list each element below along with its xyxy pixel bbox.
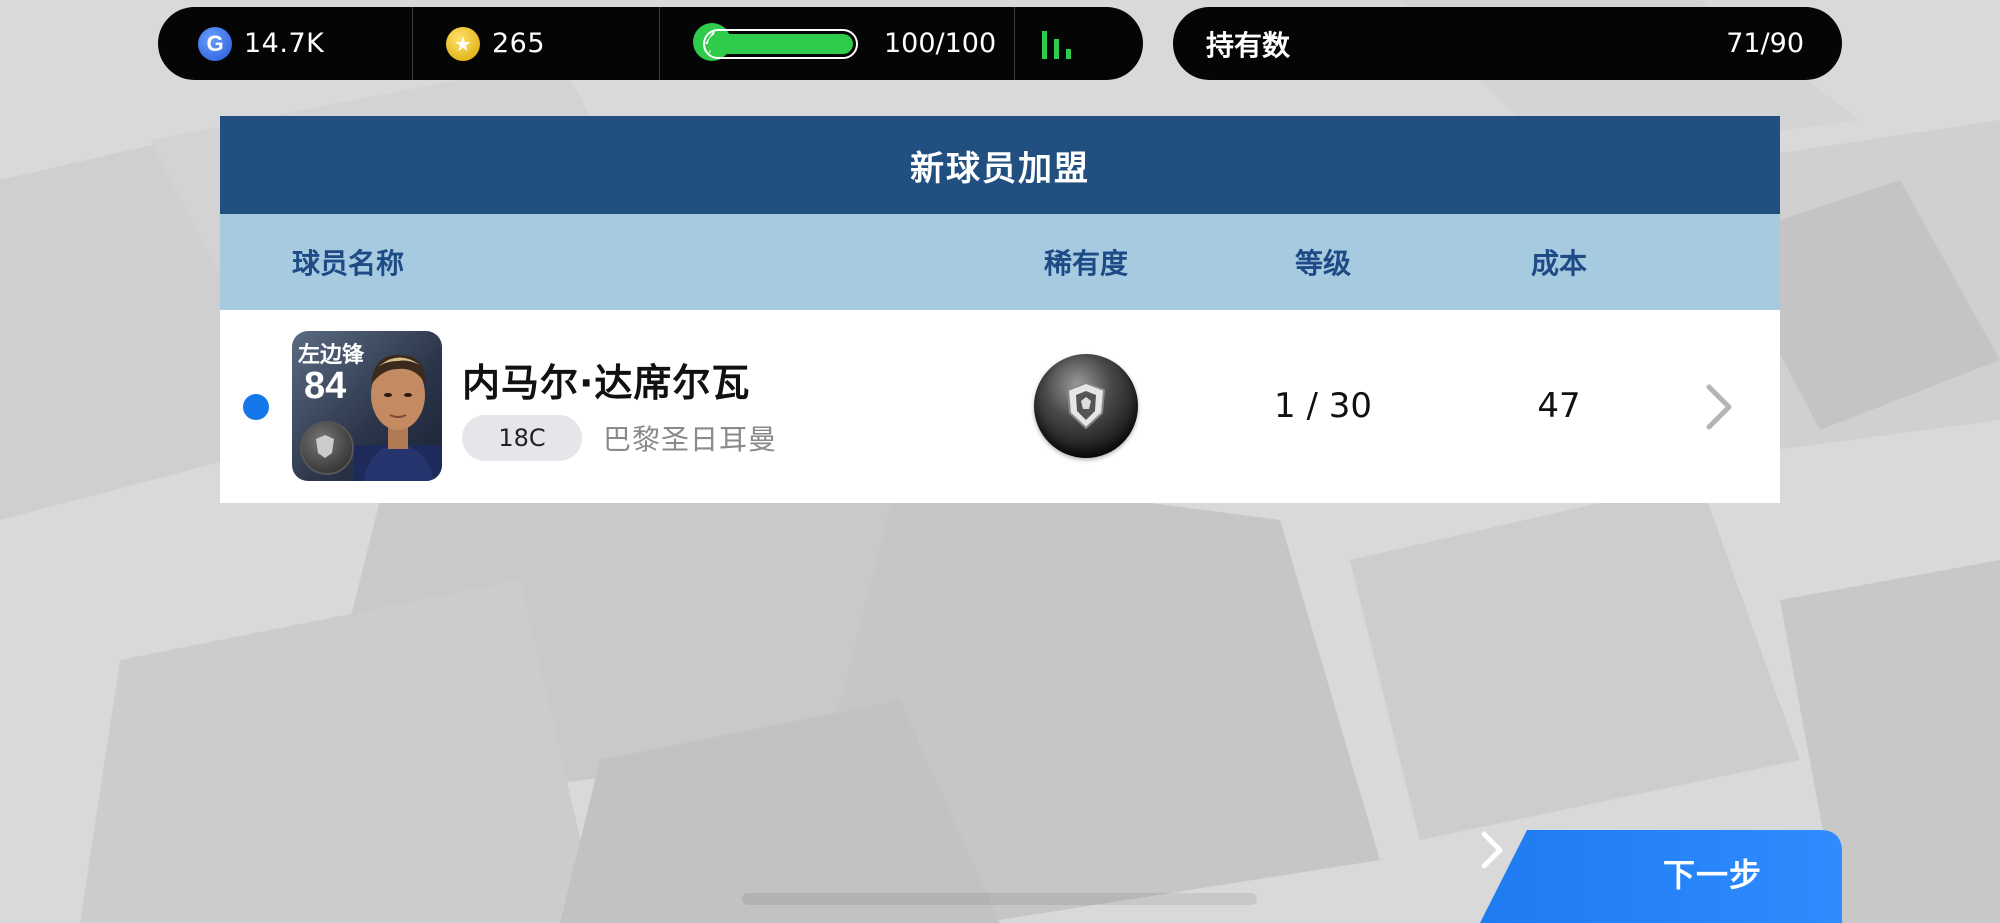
card-tag-badge: 18C — [462, 415, 582, 461]
column-rarity: 稀有度 — [1043, 247, 1129, 280]
energy-bar-fill — [708, 33, 853, 54]
chevron-right-icon — [1481, 831, 1503, 869]
player-team: 巴黎圣日耳曼 — [603, 423, 778, 456]
coin-display: ★ 265 — [412, 7, 659, 80]
column-header: 球员名称 稀有度 等级 成本 — [220, 214, 1780, 310]
column-level: 等级 — [1294, 247, 1352, 280]
next-step-label: 下一步 — [1663, 856, 1763, 894]
owned-label: 持有数 — [1206, 28, 1291, 62]
stats-button[interactable] — [1014, 7, 1143, 80]
coin-star-icon: ★ — [446, 26, 480, 61]
player-cost: 47 — [1537, 386, 1581, 426]
resource-bar: G 14.7K ★ 265 100/100 — [158, 7, 1143, 80]
energy-value: 100/100 — [884, 28, 997, 59]
column-cost: 成本 — [1530, 247, 1588, 280]
card-rating: 84 — [304, 365, 347, 407]
player-row[interactable]: 左边锋 84 内马尔·达席尔瓦 18C 巴黎圣日耳曼 1 / 30 47 — [220, 310, 1780, 503]
gp-display: G 14.7K — [158, 7, 412, 80]
gp-value: 14.7K — [244, 28, 325, 59]
panel-title: 新球员加盟 — [220, 116, 1780, 214]
new-player-panel: 新球员加盟 球员名称 稀有度 等级 成本 左边锋 84 内马尔·达席尔瓦 18C… — [220, 116, 1780, 503]
player-card[interactable]: 左边锋 84 — [292, 331, 442, 481]
coin-value: 265 — [492, 28, 546, 59]
player-level: 1 / 30 — [1274, 386, 1372, 426]
next-step-button[interactable]: 下一步 — [1480, 830, 1842, 923]
home-indicator — [742, 893, 1257, 905]
rarity-ball-icon — [1034, 354, 1138, 458]
column-player-name: 球员名称 — [292, 247, 405, 280]
gp-icon: G — [198, 26, 232, 61]
chevron-right-icon — [1706, 384, 1732, 430]
owned-value: 71/90 — [1726, 28, 1804, 59]
card-rarity-ball-icon — [300, 421, 354, 475]
energy-bar — [703, 28, 858, 59]
energy-display: 100/100 — [659, 7, 1014, 80]
owned-count-bar: 持有数 71/90 — [1173, 7, 1842, 80]
player-name: 内马尔·达席尔瓦 — [462, 361, 751, 405]
bar-chart-icon — [1042, 29, 1071, 59]
new-indicator-dot — [243, 394, 269, 420]
next-button-shape — [1480, 830, 1842, 923]
player-portrait — [354, 354, 442, 481]
